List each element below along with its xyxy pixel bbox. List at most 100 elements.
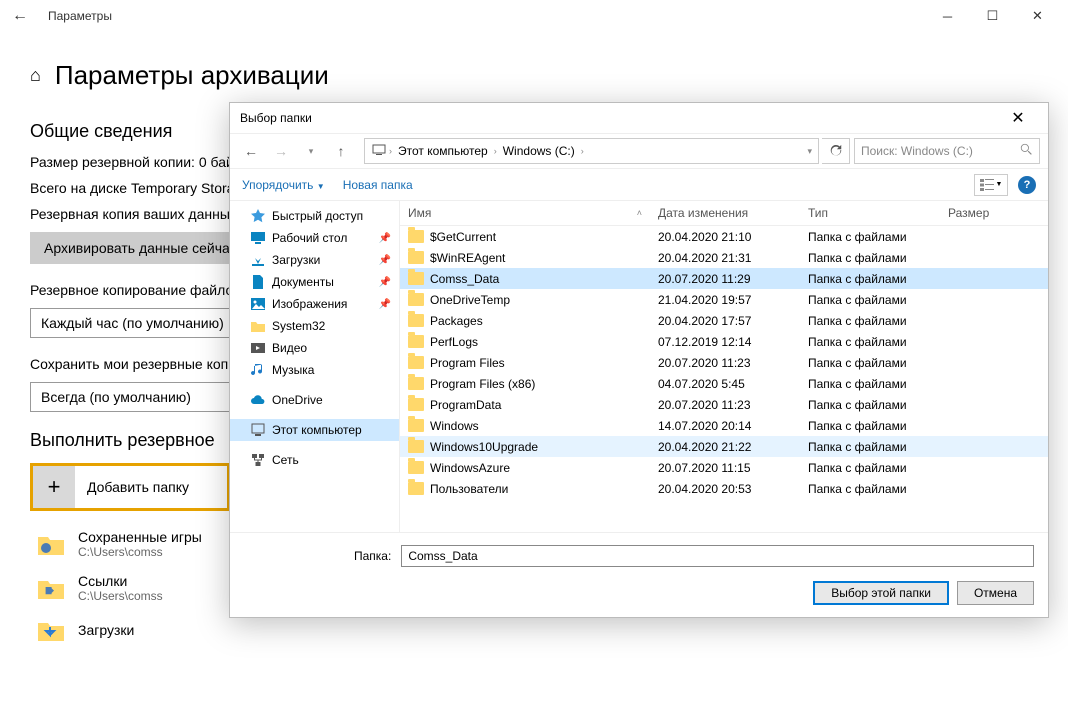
list-row[interactable]: Пользователи 20.04.2020 20:53 Папка с фа… [400, 478, 1048, 499]
folder-icon [408, 356, 424, 369]
row-type: Папка с файлами [800, 335, 940, 349]
row-type: Папка с файлами [800, 272, 940, 286]
row-date: 14.07.2020 20:14 [650, 419, 800, 433]
list-row[interactable]: WindowsAzure 20.07.2020 11:15 Папка с фа… [400, 457, 1048, 478]
dialog-close-button[interactable]: ✕ [998, 108, 1038, 128]
row-name: $GetCurrent [430, 230, 496, 244]
row-name: PerfLogs [430, 335, 478, 349]
minimize-button[interactable]: ─ [925, 0, 970, 32]
view-mode-button[interactable]: ▼ [974, 174, 1008, 196]
nav-forward-button[interactable]: → [268, 138, 294, 164]
list-row[interactable]: PerfLogs 07.12.2019 12:14 Папка с файлам… [400, 331, 1048, 352]
tree-item-label: Рабочий стол [272, 231, 347, 245]
image-icon [250, 296, 266, 312]
search-placeholder: Поиск: Windows (C:) [861, 144, 973, 158]
folder-icon [408, 251, 424, 264]
cloud-icon [250, 392, 266, 408]
nav-history-button[interactable]: ▾ [298, 138, 324, 164]
refresh-button[interactable] [822, 138, 850, 164]
tree-item-label: Документы [272, 275, 334, 289]
folder-name-input[interactable] [401, 545, 1034, 567]
row-type: Папка с файлами [800, 293, 940, 307]
tree-item[interactable]: Этот компьютер [230, 419, 399, 441]
row-type: Папка с файлами [800, 356, 940, 370]
video-icon [250, 340, 266, 356]
list-row[interactable]: Packages 20.04.2020 17:57 Папка с файлам… [400, 310, 1048, 331]
list-row[interactable]: ProgramData 20.07.2020 11:23 Папка с фай… [400, 394, 1048, 415]
list-row[interactable]: $WinREAgent 20.04.2020 21:31 Папка с фай… [400, 247, 1048, 268]
tree-item-label: Музыка [272, 363, 314, 377]
tree-item[interactable]: Документы 📌 [230, 271, 399, 293]
folder-name: Ссылки [78, 573, 163, 589]
column-size[interactable]: Размер [940, 201, 1020, 225]
row-date: 20.04.2020 21:10 [650, 230, 800, 244]
close-button[interactable]: ✕ [1015, 0, 1060, 32]
download-icon [250, 252, 266, 268]
search-input[interactable]: Поиск: Windows (C:) [854, 138, 1040, 164]
folder-icon [408, 482, 424, 495]
tree-item[interactable]: Рабочий стол 📌 [230, 227, 399, 249]
tree-item-label: System32 [272, 319, 325, 333]
nav-back-button[interactable]: ← [238, 138, 264, 164]
row-type: Папка с файлами [800, 251, 940, 265]
pin-icon: 📌 [379, 233, 391, 244]
file-list: Имя˄ Дата изменения Тип Размер $GetCurre… [400, 201, 1048, 532]
home-icon[interactable]: ⌂ [30, 65, 41, 86]
row-type: Папка с файлами [800, 377, 940, 391]
breadcrumb-item[interactable]: Windows (C:) [499, 144, 579, 158]
list-row[interactable]: Windows10Upgrade 20.04.2020 21:22 Папка … [400, 436, 1048, 457]
nav-up-button[interactable]: ↑ [328, 138, 354, 164]
tree-item[interactable]: System32 [230, 315, 399, 337]
folder-icon [250, 318, 266, 334]
tree-item[interactable]: OneDrive [230, 389, 399, 411]
back-button[interactable]: ← [8, 7, 32, 25]
breadcrumb-bar[interactable]: › Этот компьютер › Windows (C:) › ▾ [364, 138, 819, 164]
tree-item[interactable]: Музыка [230, 359, 399, 381]
tree-item[interactable]: Загрузки 📌 [230, 249, 399, 271]
row-date: 04.07.2020 5:45 [650, 377, 800, 391]
column-name[interactable]: Имя˄ [400, 201, 650, 225]
navigation-tree: Быстрый доступ Рабочий стол 📌 Загрузки 📌… [230, 201, 400, 532]
list-row[interactable]: Program Files 20.07.2020 11:23 Папка с ф… [400, 352, 1048, 373]
row-name: OneDriveTemp [430, 293, 510, 307]
help-button[interactable]: ? [1018, 176, 1036, 194]
organize-button[interactable]: Упорядочить ▼ [242, 178, 325, 192]
tree-item[interactable]: Видео [230, 337, 399, 359]
dialog-toolbar: Упорядочить ▼ Новая папка ▼ ? [230, 169, 1048, 201]
row-name: Comss_Data [430, 272, 499, 286]
backup-now-button[interactable]: Архивировать данные сейчас [30, 232, 251, 264]
breadcrumb-dropdown-icon[interactable]: ▾ [807, 146, 812, 157]
tree-item[interactable]: Сеть [230, 449, 399, 471]
column-date[interactable]: Дата изменения [650, 201, 800, 225]
row-date: 20.04.2020 17:57 [650, 314, 800, 328]
net-icon [250, 452, 266, 468]
add-folder-button[interactable]: + Добавить папку [30, 463, 230, 511]
row-name: Program Files (x86) [430, 377, 535, 391]
pin-icon: 📌 [379, 277, 391, 288]
search-icon [1020, 143, 1033, 159]
folder-picker-dialog: Выбор папки ✕ ← → ▾ ↑ › Этот компьютер ›… [229, 102, 1049, 618]
tree-item[interactable]: Изображения 📌 [230, 293, 399, 315]
tree-item[interactable]: Быстрый доступ [230, 205, 399, 227]
desktop-icon [250, 230, 266, 246]
folder-icon [408, 314, 424, 327]
folder-entry[interactable]: Загрузки [36, 617, 1038, 643]
folder-icon [408, 293, 424, 306]
breadcrumb-item[interactable]: Этот компьютер [394, 144, 492, 158]
list-row[interactable]: $GetCurrent 20.04.2020 21:10 Папка с фай… [400, 226, 1048, 247]
cancel-button[interactable]: Отмена [957, 581, 1034, 605]
new-folder-button[interactable]: Новая папка [343, 178, 413, 192]
select-folder-button[interactable]: Выбор этой папки [813, 581, 949, 605]
folder-icon [408, 335, 424, 348]
list-row[interactable]: Comss_Data 20.07.2020 11:29 Папка с файл… [400, 268, 1048, 289]
maximize-button[interactable]: ☐ [970, 0, 1015, 32]
list-row[interactable]: Program Files (x86) 04.07.2020 5:45 Папк… [400, 373, 1048, 394]
music-icon [250, 362, 266, 378]
list-row[interactable]: OneDriveTemp 21.04.2020 19:57 Папка с фа… [400, 289, 1048, 310]
doc-icon [250, 274, 266, 290]
list-row[interactable]: Windows 14.07.2020 20:14 Папка с файлами [400, 415, 1048, 436]
column-type[interactable]: Тип [800, 201, 940, 225]
row-name: Program Files [430, 356, 505, 370]
row-name: Windows [430, 419, 479, 433]
folder-icon [36, 617, 66, 643]
